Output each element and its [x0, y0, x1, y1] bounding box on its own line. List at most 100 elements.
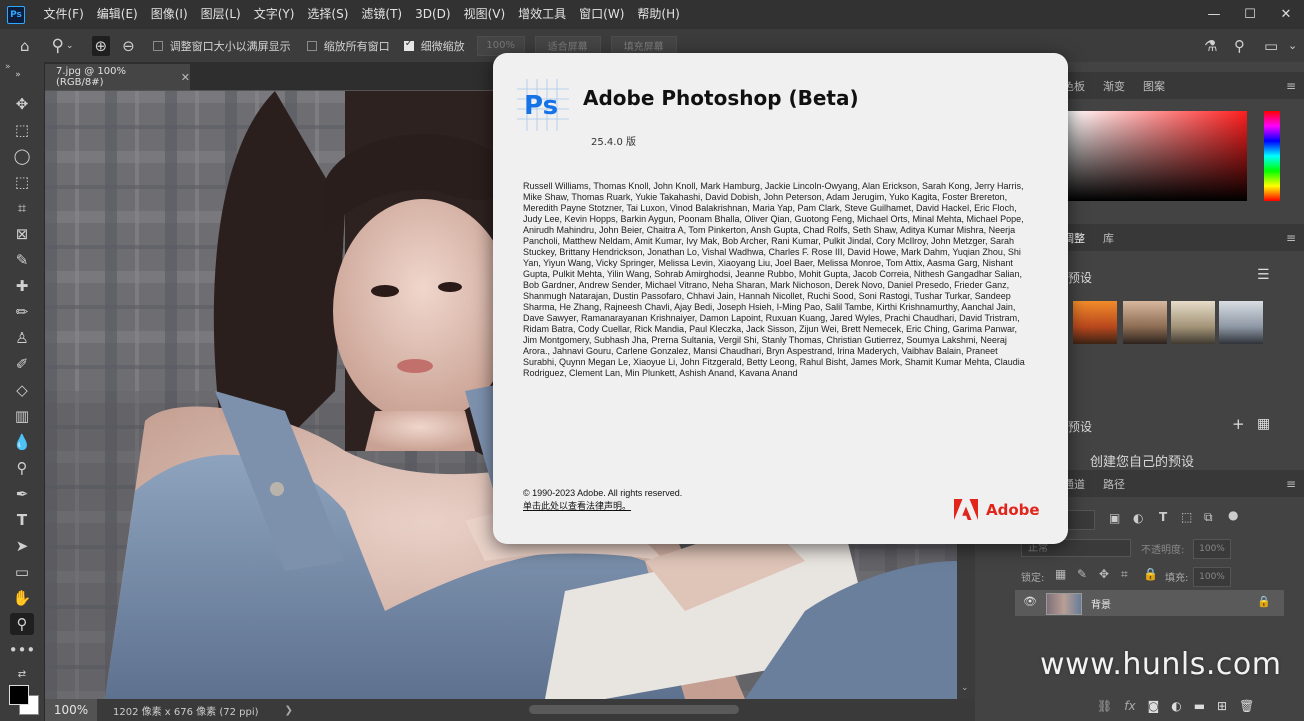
- add-preset-icon[interactable]: +: [1232, 415, 1245, 433]
- link-layers-icon[interactable]: ⛓: [1097, 699, 1112, 713]
- scrubby-zoom-option[interactable]: 细微缩放: [403, 38, 465, 54]
- foreground-color-swatch[interactable]: [9, 685, 29, 705]
- menu-item[interactable]: 图层(L): [194, 0, 247, 29]
- chevron-down-icon[interactable]: ⌄: [66, 41, 74, 51]
- lock-transparent-icon[interactable]: ▦: [1055, 567, 1066, 581]
- crop-tool-icon[interactable]: ⌗: [10, 197, 34, 219]
- filter-toggle-icon[interactable]: ●: [1228, 508, 1238, 522]
- resize-windows-option[interactable]: 调整窗口大小以满屏显示: [152, 38, 291, 54]
- preset-thumbnail[interactable]: [1219, 301, 1263, 344]
- legal-notice-link[interactable]: 单击此处以查看法律声明。: [523, 499, 631, 512]
- menu-item[interactable]: 帮助(H): [631, 0, 686, 29]
- lock-pixels-icon[interactable]: ✎: [1077, 567, 1087, 581]
- grid-view-icon[interactable]: ▦: [1257, 416, 1270, 432]
- object-selection-tool-icon[interactable]: ⬚: [10, 171, 34, 193]
- brush-tool-icon[interactable]: ✏: [10, 301, 34, 323]
- delete-layer-icon[interactable]: 🗑: [1239, 699, 1254, 713]
- tab-paths[interactable]: 路径: [1103, 476, 1125, 492]
- fill-field[interactable]: 100%: [1193, 567, 1231, 587]
- tab-patterns[interactable]: 图案: [1143, 78, 1165, 94]
- menu-item[interactable]: 滤镜(T): [355, 0, 409, 29]
- panel-menu-icon[interactable]: ≡: [1286, 477, 1296, 491]
- status-menu-arrow[interactable]: ❯: [285, 705, 293, 716]
- menu-item[interactable]: 编辑(E): [90, 0, 144, 29]
- rectangle-tool-icon[interactable]: ▭: [10, 561, 34, 583]
- eraser-tool-icon[interactable]: ◇: [10, 379, 34, 401]
- photoshop-app-icon[interactable]: Ps: [7, 5, 25, 24]
- list-view-icon[interactable]: ☰: [1257, 267, 1270, 283]
- dodge-tool-icon[interactable]: ⚲: [10, 457, 34, 479]
- gradient-tool-icon[interactable]: ▥: [10, 405, 34, 427]
- tab-libraries[interactable]: 库: [1103, 230, 1114, 246]
- zoom-tool-preset-icon[interactable]: ⚲: [52, 36, 64, 56]
- preset-thumbnail[interactable]: [1073, 301, 1117, 344]
- more-tools-icon[interactable]: •••: [9, 639, 36, 661]
- move-tool-icon[interactable]: ✥: [10, 93, 34, 115]
- resize-windows-checkbox[interactable]: [152, 40, 163, 51]
- smart-object-filter-icon[interactable]: ⧉: [1204, 510, 1213, 525]
- menu-item[interactable]: 3D(D): [409, 0, 457, 29]
- scrubby-zoom-checkbox[interactable]: [403, 38, 414, 51]
- zoom-out-icon[interactable]: ⊖: [122, 37, 135, 55]
- marquee-tool-icon[interactable]: ⬚: [10, 119, 34, 141]
- zoom-in-icon[interactable]: ⊕: [91, 35, 111, 56]
- swap-colors-icon[interactable]: ⇄: [10, 663, 34, 685]
- workspace-icon[interactable]: ▭: [1264, 37, 1278, 55]
- type-tool-icon[interactable]: T: [10, 509, 34, 531]
- lock-position-icon[interactable]: ✥: [1099, 567, 1109, 581]
- panel-menu-icon[interactable]: ≡: [1286, 79, 1296, 93]
- zoom-all-checkbox[interactable]: [306, 40, 317, 51]
- hue-slider[interactable]: [1264, 111, 1280, 201]
- panel-menu-icon[interactable]: ≡: [1286, 231, 1296, 245]
- preset-thumbnail[interactable]: [1123, 301, 1167, 344]
- status-zoom-field[interactable]: 100%: [45, 699, 97, 721]
- fx-icon[interactable]: fx: [1124, 699, 1135, 713]
- chevron-down-icon[interactable]: ⌄: [1288, 39, 1297, 52]
- new-adjustment-icon[interactable]: ◐: [1171, 699, 1181, 713]
- lasso-tool-icon[interactable]: ◯: [10, 145, 34, 167]
- lock-artboard-icon[interactable]: ⌗: [1121, 567, 1128, 582]
- flask-icon[interactable]: ⚗: [1204, 37, 1217, 55]
- horizontal-scroll-thumb[interactable]: [529, 705, 739, 714]
- new-group-icon[interactable]: ▬: [1194, 699, 1205, 713]
- menu-item[interactable]: 增效工具: [512, 0, 573, 29]
- path-selection-tool-icon[interactable]: ➤: [10, 535, 34, 557]
- visibility-eye-icon[interactable]: 👁: [1023, 595, 1037, 608]
- minimize-button[interactable]: —: [1196, 0, 1232, 29]
- menu-item[interactable]: 选择(S): [301, 0, 355, 29]
- eyedropper-tool-icon[interactable]: ✎: [10, 249, 34, 271]
- preset-thumbnail[interactable]: [1171, 301, 1215, 344]
- menu-item[interactable]: 视图(V): [457, 0, 512, 29]
- new-layer-icon[interactable]: ⊞: [1217, 699, 1227, 713]
- layer-row[interactable]: 👁 背景 🔒: [1015, 590, 1284, 616]
- lock-all-icon[interactable]: 🔒: [1143, 567, 1158, 581]
- zoom-tool-icon[interactable]: ⚲: [10, 613, 34, 635]
- zoom-all-option[interactable]: 缩放所有窗口: [306, 38, 390, 54]
- home-icon[interactable]: ⌂: [20, 37, 30, 55]
- about-dialog[interactable]: Ps Adobe Photoshop (Beta) 25.4.0 版 Russe…: [493, 53, 1068, 544]
- history-brush-tool-icon[interactable]: ✐: [10, 353, 34, 375]
- healing-brush-tool-icon[interactable]: ✚: [10, 275, 34, 297]
- tab-gradients[interactable]: 渐变: [1103, 78, 1125, 94]
- collapse-panels-icon[interactable]: »: [5, 62, 11, 72]
- menu-item[interactable]: 窗口(W): [573, 0, 631, 29]
- hand-tool-icon[interactable]: ✋: [10, 587, 34, 609]
- shape-filter-icon[interactable]: ⬚: [1181, 510, 1192, 524]
- frame-tool-icon[interactable]: ⊠: [10, 223, 34, 245]
- restore-button[interactable]: ☐: [1232, 0, 1268, 29]
- document-tab[interactable]: 7.jpg @ 100%(RGB/8#) ✕: [45, 64, 190, 90]
- menu-item[interactable]: 文件(F): [37, 0, 90, 29]
- close-icon[interactable]: ✕: [181, 71, 190, 84]
- pen-tool-icon[interactable]: ✒: [10, 483, 34, 505]
- opacity-field[interactable]: 100%: [1193, 539, 1231, 559]
- image-filter-icon[interactable]: ▣: [1109, 511, 1120, 525]
- type-filter-icon[interactable]: T: [1159, 510, 1167, 524]
- adjustment-filter-icon[interactable]: ◐: [1133, 511, 1143, 525]
- search-icon[interactable]: ⚲: [1234, 37, 1245, 55]
- close-window-button[interactable]: ✕: [1268, 0, 1304, 29]
- blur-tool-icon[interactable]: 💧: [10, 431, 34, 453]
- menu-item[interactable]: 文字(Y): [247, 0, 301, 29]
- color-picker-field[interactable]: [1068, 111, 1247, 201]
- chevron-down-icon[interactable]: ⌄: [961, 683, 969, 693]
- stamp-tool-icon[interactable]: ♙: [10, 327, 34, 349]
